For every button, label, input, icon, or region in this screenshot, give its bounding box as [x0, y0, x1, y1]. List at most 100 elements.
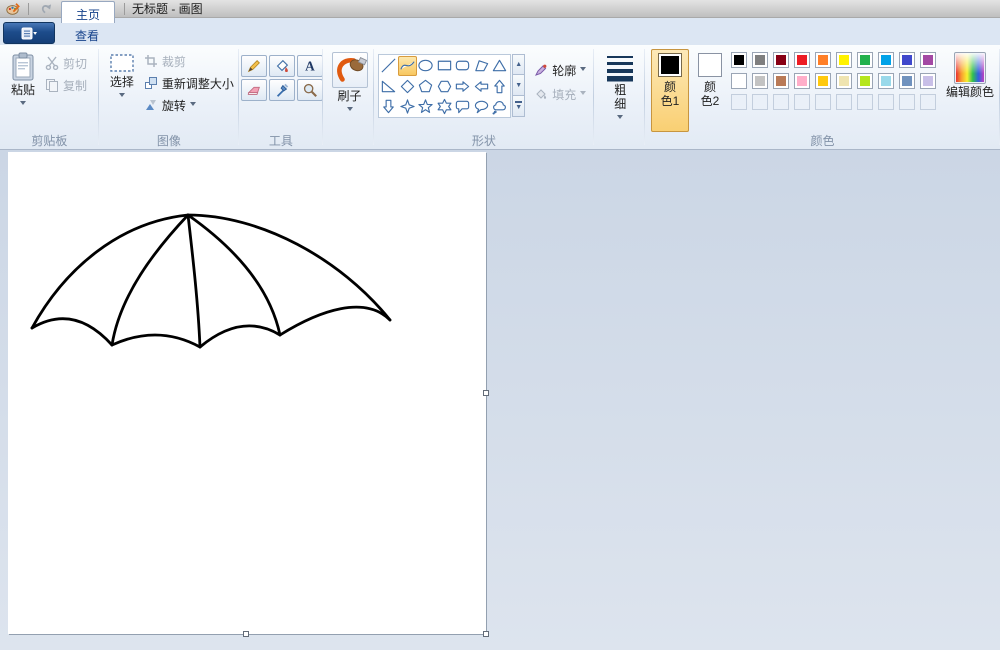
palette-swatch-1-2[interactable]: [773, 73, 789, 89]
palette-swatch-0-7[interactable]: [878, 52, 894, 68]
shape-callout-cloud[interactable]: [491, 97, 510, 118]
palette-swatch-1-3[interactable]: [794, 73, 810, 89]
shape-fill-button[interactable]: 填充: [531, 84, 589, 104]
shape-polygon[interactable]: [472, 56, 491, 77]
cut-button[interactable]: 剪切: [42, 53, 90, 73]
shape-gallery: [378, 54, 512, 118]
drawing-canvas[interactable]: [8, 152, 486, 634]
paste-button[interactable]: 粘贴: [4, 49, 42, 132]
palette-swatch-0-0[interactable]: [731, 52, 747, 68]
shape-diamond[interactable]: [398, 76, 417, 97]
size-button[interactable]: 粗 细: [603, 49, 637, 132]
palette-empty-slot-3[interactable]: [794, 94, 810, 110]
palette-empty-slot-6[interactable]: [857, 94, 873, 110]
color1-label: 颜 色1: [660, 80, 680, 109]
colors-group-label: 颜色: [810, 134, 835, 148]
canvas-resize-handle-bottom[interactable]: [243, 631, 249, 637]
palette-swatch-0-5[interactable]: [836, 52, 852, 68]
paint-app-icon[interactable]: [4, 1, 20, 16]
palette-swatch-1-8[interactable]: [899, 73, 915, 89]
palette-empty-slot-5[interactable]: [836, 94, 852, 110]
palette-swatch-0-3[interactable]: [794, 52, 810, 68]
pencil-tool-button[interactable]: [240, 55, 267, 77]
palette-swatch-0-6[interactable]: [857, 52, 873, 68]
tab-查看[interactable]: 查看: [61, 23, 115, 45]
fill-tool-button[interactable]: [268, 55, 295, 77]
palette-swatch-1-4[interactable]: [815, 73, 831, 89]
brush-icon: [331, 52, 368, 88]
magnifier-tool-button[interactable]: [296, 79, 323, 101]
shape-arrow-left[interactable]: [472, 76, 491, 97]
shape-right-triangle[interactable]: [380, 76, 399, 97]
ribbon-tab-row: 主页 查看: [0, 1, 1000, 45]
palette-swatch-1-6[interactable]: [857, 73, 873, 89]
palette-empty-slot-2[interactable]: [773, 94, 789, 110]
canvas-resize-handle-corner[interactable]: [483, 631, 489, 637]
cut-label: 剪切: [63, 56, 88, 71]
palette-swatch-1-1[interactable]: [752, 73, 768, 89]
shapes-scroll-up-button[interactable]: ▲: [512, 54, 526, 75]
edit-colors-button[interactable]: 编辑颜色: [942, 49, 998, 132]
copy-label: 复制: [63, 78, 88, 93]
palette-swatch-1-7[interactable]: [878, 73, 894, 89]
palette-swatch-0-4[interactable]: [815, 52, 831, 68]
shapes-group-label: 形状: [471, 134, 496, 148]
shape-triangle[interactable]: [491, 56, 510, 77]
palette-swatch-1-0[interactable]: [731, 73, 747, 89]
shape-arrow-down[interactable]: [380, 97, 399, 118]
palette-swatch-0-9[interactable]: [920, 52, 936, 68]
palette-swatch-0-2[interactable]: [773, 52, 789, 68]
shape-curve[interactable]: [398, 55, 417, 76]
select-button[interactable]: 选择: [103, 49, 141, 132]
shape-callout-rounded[interactable]: [454, 97, 473, 118]
palette-swatch-1-5[interactable]: [836, 73, 852, 89]
color2-button[interactable]: 颜 色2: [691, 49, 729, 132]
tab-主页[interactable]: 主页: [61, 1, 116, 23]
rotate-button[interactable]: 旋转: [141, 95, 237, 115]
resize-button[interactable]: 重新调整大小: [141, 73, 237, 93]
image-group-label: 图像: [156, 134, 181, 148]
shape-arrow-right[interactable]: [454, 76, 473, 97]
copy-button[interactable]: 复制: [42, 75, 90, 95]
palette-empty-slot-1[interactable]: [752, 94, 768, 110]
eyedropper-icon: [276, 83, 289, 97]
redo-icon[interactable]: [37, 1, 53, 16]
outline-button[interactable]: 轮廓: [531, 60, 589, 80]
color-picker-tool-button[interactable]: [268, 79, 295, 101]
text-tool-button[interactable]: A: [296, 55, 323, 77]
shape-pentagon[interactable]: [417, 76, 436, 97]
eraser-tool-button[interactable]: [240, 79, 267, 101]
application-menu-button[interactable]: [3, 22, 55, 44]
palette-empty-slot-8[interactable]: [899, 94, 915, 110]
shape-star-6[interactable]: [435, 97, 454, 118]
shape-callout-ellipse[interactable]: [472, 97, 491, 118]
shapes-more-button[interactable]: ▼: [512, 96, 526, 117]
brushes-button[interactable]: 刷子: [330, 49, 370, 132]
palette-empty-slot-4[interactable]: [815, 94, 831, 110]
shapes-scroll-down-button[interactable]: ▼: [512, 75, 526, 96]
rotate-dropdown-caret: [189, 101, 196, 109]
palette-swatch-1-9[interactable]: [920, 73, 936, 89]
shape-ellipse[interactable]: [417, 56, 436, 77]
shape-line[interactable]: [380, 56, 399, 77]
shape-rounded-rectangle[interactable]: [454, 56, 473, 77]
shape-hexagon[interactable]: [435, 76, 454, 97]
palette-swatch-0-8[interactable]: [899, 52, 915, 68]
palette-swatch-0-1[interactable]: [752, 52, 768, 68]
shape-star-5[interactable]: [417, 97, 436, 118]
select-label: 选择: [109, 75, 134, 89]
crop-button[interactable]: 裁剪: [141, 51, 237, 71]
palette-empty-slot-0[interactable]: [731, 94, 747, 110]
shape-star-4[interactable]: [398, 97, 417, 118]
brushes-group-label-empty: [323, 132, 374, 149]
qat-separator: [28, 2, 29, 15]
palette-empty-slot-7[interactable]: [878, 94, 894, 110]
palette-empty-slot-9[interactable]: [920, 94, 936, 110]
canvas-resize-handle-right[interactable]: [483, 390, 489, 396]
shape-arrow-up[interactable]: [491, 76, 510, 97]
clipboard-group-label: 剪贴板: [31, 134, 68, 148]
shape-rectangle[interactable]: [435, 56, 454, 77]
color1-button[interactable]: 颜 色1: [651, 49, 689, 132]
resize-icon: [144, 77, 157, 89]
color1-swatch: [658, 53, 682, 77]
